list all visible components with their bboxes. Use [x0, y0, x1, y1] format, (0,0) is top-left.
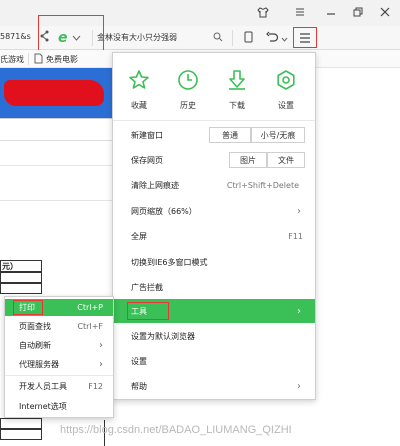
new-window-normal-button[interactable]: 普通 — [209, 127, 251, 143]
tools-submenu: 打印 Ctrl+P 页面查找 Ctrl+F 自动刷新 › 代理服务器 › 开发人… — [4, 296, 114, 418]
table-cell — [0, 429, 42, 440]
new-window-incognito-button[interactable]: 小号/无痕 — [251, 127, 305, 143]
fullscreen-label: 全屏 — [131, 231, 147, 241]
find-in-page-shortcut: Ctrl+F — [77, 322, 103, 331]
star-icon — [129, 70, 149, 89]
table-cell — [0, 283, 42, 294]
restore-icon[interactable] — [347, 4, 369, 20]
set-default-browser-item[interactable]: 设置为默认浏览器 — [113, 324, 315, 348]
page-icon — [34, 53, 43, 66]
adblock-label: 广告拦截 — [131, 282, 163, 292]
undo-icon[interactable] — [265, 31, 279, 45]
fullscreen-item[interactable]: 全屏 F11 — [113, 224, 315, 248]
find-in-page-label: 页面查找 — [19, 322, 51, 331]
download-arrow-icon — [229, 70, 245, 90]
fullscreen-shortcut: F11 — [288, 231, 303, 241]
bookmark-item[interactable]: 免费电影 — [46, 54, 78, 65]
table-cell — [0, 418, 42, 429]
chevron-right-icon: › — [297, 305, 301, 317]
print-shortcut: Ctrl+P — [77, 303, 103, 312]
auto-refresh-label: 自动刷新 — [19, 341, 51, 350]
zoom-item[interactable]: 网页缩放（66%） › — [113, 199, 315, 223]
clear-history-item[interactable]: 清除上网痕迹 Ctrl+Shift+Delete — [113, 173, 315, 197]
devtools-label: 开发人员工具 — [19, 382, 67, 391]
table-cell — [0, 272, 42, 283]
proxy-server-item[interactable]: 代理服务器 › — [5, 356, 113, 373]
clear-history-label: 清除上网痕迹 — [131, 180, 179, 190]
main-menu: 收藏 历史 下载 设置 新建窗口 普通 小号/无痕 保存网页 图片 文件 清除上… — [112, 52, 316, 400]
search-box-text[interactable]: 金林没有大小只分强弱 — [97, 32, 177, 43]
divider — [28, 53, 29, 65]
help-item[interactable]: 帮助 › — [113, 374, 315, 398]
zoom-label: 网页缩放（66%） — [131, 206, 197, 216]
adblock-item[interactable]: 广告拦截 — [113, 275, 315, 299]
hamburger-icon — [300, 32, 310, 43]
favorites-item[interactable]: 收藏 — [119, 69, 159, 111]
chevron-right-icon: › — [99, 359, 103, 370]
print-highlight-box — [13, 300, 43, 315]
devtools-item[interactable]: 开发人员工具 F12 — [5, 378, 113, 395]
skin-icon[interactable] — [252, 4, 274, 20]
ie6-mode-item[interactable]: 切换到IE6多窗口模式 — [113, 250, 315, 274]
save-page-row: 保存网页 图片 文件 — [113, 148, 315, 172]
engine-highlight-box — [38, 15, 104, 53]
url-fragment[interactable]: 5871&s — [0, 32, 31, 41]
divider — [0, 165, 115, 166]
proxy-server-label: 代理服务器 — [19, 360, 59, 369]
save-page-label: 保存网页 — [131, 155, 163, 165]
search-icon[interactable] — [213, 32, 223, 44]
set-default-browser-label: 设置为默认浏览器 — [131, 331, 195, 341]
minimize-icon[interactable] — [320, 4, 342, 20]
divider — [0, 118, 115, 119]
new-window-row: 新建窗口 普通 小号/无痕 — [113, 123, 315, 147]
gear-icon — [277, 70, 295, 90]
new-window-label: 新建窗口 — [131, 130, 163, 140]
history-label: 历史 — [180, 101, 196, 110]
settings-row-label: 设置 — [131, 356, 147, 366]
downloads-label: 下载 — [229, 101, 245, 110]
devtools-shortcut: F12 — [88, 382, 103, 391]
reading-mode-icon[interactable] — [244, 31, 253, 45]
divider — [232, 30, 233, 46]
internet-options-item[interactable]: Internet选项 — [5, 398, 113, 415]
auto-refresh-item[interactable]: 自动刷新 › — [5, 337, 113, 354]
divider — [0, 140, 115, 141]
internet-options-label: Internet选项 — [19, 402, 67, 411]
downloads-item[interactable]: 下载 — [217, 69, 257, 111]
history-item[interactable]: 历史 — [168, 69, 208, 111]
clear-history-shortcut: Ctrl+Shift+Delete — [226, 180, 299, 190]
help-label: 帮助 — [131, 381, 147, 391]
chevron-right-icon: › — [297, 380, 301, 392]
settings-row-item[interactable]: 设置 — [113, 349, 315, 373]
ie6-mode-label: 切换到IE6多窗口模式 — [131, 257, 208, 267]
divider — [113, 120, 315, 121]
watermark-text: https://blog.csdn.net/BADAO_LIUMANG_QIZH… — [60, 424, 292, 436]
redaction-scribble — [4, 80, 104, 106]
favorites-label: 收藏 — [131, 101, 147, 110]
undo-chevron-down-icon[interactable] — [281, 35, 288, 44]
clock-icon — [178, 70, 198, 90]
bookmark-item[interactable]: 氏游戏 — [0, 54, 24, 65]
menu-small-icon[interactable] — [289, 4, 311, 20]
chevron-right-icon: › — [99, 340, 103, 351]
table-header-cell: 元） — [0, 260, 42, 272]
settings-item[interactable]: 设置 — [266, 69, 306, 111]
save-as-file-button[interactable]: 文件 — [267, 152, 305, 168]
chevron-right-icon: › — [297, 205, 301, 217]
close-icon[interactable] — [374, 4, 396, 20]
settings-label: 设置 — [278, 101, 294, 110]
tools-highlight-box — [127, 302, 169, 320]
save-as-image-button[interactable]: 图片 — [229, 152, 267, 168]
divider — [0, 200, 115, 201]
divider — [5, 375, 113, 376]
main-menu-button[interactable] — [293, 27, 317, 48]
find-in-page-item[interactable]: 页面查找 Ctrl+F — [5, 318, 113, 335]
